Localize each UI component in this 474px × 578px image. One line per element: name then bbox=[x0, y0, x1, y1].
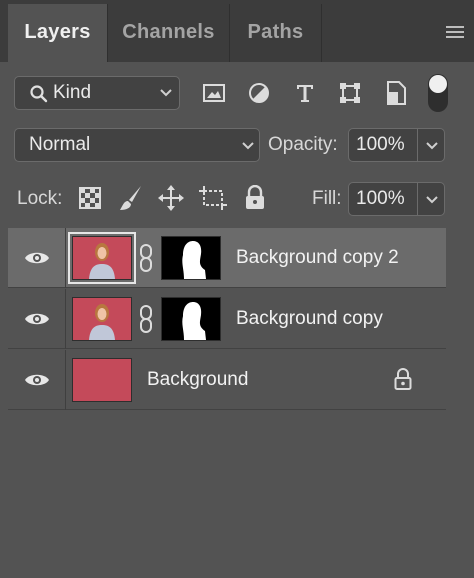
fill-slider-button[interactable] bbox=[417, 182, 445, 216]
adjustment-layer-filter-icon[interactable] bbox=[247, 81, 271, 105]
fill-input[interactable]: 100% bbox=[348, 182, 418, 216]
link-chain-icon[interactable] bbox=[139, 305, 153, 333]
eye-icon bbox=[25, 252, 49, 264]
fill-value: 100% bbox=[356, 188, 405, 209]
lock-transparent-pixels-icon[interactable] bbox=[79, 187, 101, 209]
chevron-down-icon bbox=[160, 89, 172, 97]
fill-label: Fill: bbox=[312, 188, 342, 209]
blend-mode-dropdown[interactable]: Normal bbox=[14, 128, 260, 162]
portrait-image bbox=[89, 304, 115, 340]
opacity-input[interactable]: 100% bbox=[348, 128, 418, 162]
blend-mode-value: Normal bbox=[29, 134, 91, 155]
chevron-down-icon bbox=[242, 142, 254, 150]
layer-lock-icon[interactable] bbox=[394, 368, 412, 391]
shape-layer-filter-icon[interactable] bbox=[338, 81, 362, 105]
tab-paths[interactable]: Paths bbox=[230, 4, 322, 62]
layer-row[interactable]: Background copy 2 bbox=[8, 228, 446, 288]
eye-icon bbox=[25, 313, 49, 325]
layer-name[interactable]: Background copy 2 bbox=[236, 247, 399, 269]
panel-menu-icon[interactable] bbox=[446, 26, 464, 38]
layer-row[interactable]: Background copy bbox=[8, 289, 446, 349]
lock-artboard-icon[interactable] bbox=[199, 185, 227, 211]
layer-row[interactable]: Background bbox=[8, 350, 446, 410]
layer-thumbnail[interactable] bbox=[72, 358, 132, 402]
lock-all-icon[interactable] bbox=[245, 185, 265, 211]
opacity-value: 100% bbox=[356, 134, 405, 155]
layer-thumbnail[interactable] bbox=[72, 297, 132, 341]
lock-image-pixels-brush-icon[interactable] bbox=[118, 184, 144, 212]
layer-name[interactable]: Background bbox=[147, 369, 248, 391]
chevron-down-icon bbox=[426, 196, 438, 204]
visibility-toggle[interactable] bbox=[8, 289, 66, 349]
tab-channels[interactable]: Channels bbox=[108, 4, 230, 62]
panel-tab-bar: Layers Channels Paths bbox=[0, 0, 474, 62]
filter-toggle-switch[interactable] bbox=[428, 74, 448, 112]
opacity-label: Opacity: bbox=[268, 134, 338, 155]
visibility-toggle[interactable] bbox=[8, 228, 66, 288]
type-layer-filter-icon[interactable] bbox=[293, 81, 317, 105]
layers-list: Background copy 2 Background copy Backgr… bbox=[8, 228, 446, 410]
lock-label: Lock: bbox=[17, 188, 63, 209]
pixel-layer-filter-icon[interactable] bbox=[202, 82, 226, 104]
tab-layers[interactable]: Layers bbox=[8, 4, 108, 62]
search-icon bbox=[30, 85, 48, 103]
layer-mask-thumbnail[interactable] bbox=[161, 236, 221, 280]
mask-silhouette bbox=[182, 302, 206, 340]
layer-mask-thumbnail[interactable] bbox=[161, 297, 221, 341]
opacity-slider-button[interactable] bbox=[417, 128, 445, 162]
lock-position-move-icon[interactable] bbox=[158, 185, 184, 211]
filter-kind-label: Kind bbox=[53, 82, 92, 103]
layer-thumbnail[interactable] bbox=[72, 236, 132, 280]
portrait-image bbox=[89, 243, 115, 279]
eye-icon bbox=[25, 374, 49, 386]
visibility-toggle[interactable] bbox=[8, 350, 66, 410]
layer-name[interactable]: Background copy bbox=[236, 308, 383, 330]
smart-object-filter-icon[interactable] bbox=[384, 80, 408, 106]
mask-silhouette bbox=[182, 241, 206, 279]
link-chain-icon[interactable] bbox=[139, 244, 153, 272]
filter-kind-dropdown[interactable]: Kind bbox=[14, 76, 180, 110]
chevron-down-icon bbox=[426, 142, 438, 150]
